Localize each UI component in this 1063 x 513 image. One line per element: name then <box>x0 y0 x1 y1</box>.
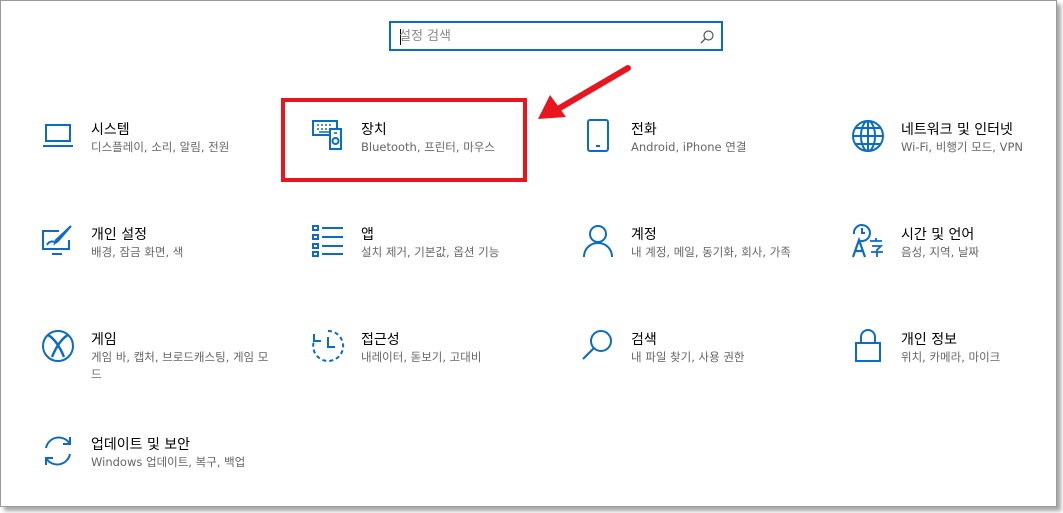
lock-icon <box>851 329 885 363</box>
tile-description: Wi-Fi, 비행기 모드, VPN <box>901 140 1024 154</box>
laptop-icon <box>41 119 75 153</box>
tile-title: 계정 <box>631 227 657 243</box>
tile-title: 네트워크 및 인터넷 <box>901 122 1013 138</box>
tile-gaming[interactable]: 게임 게임 바, 캡처, 브로드캐스팅, 게임 모드 <box>41 329 291 389</box>
tile-description: 위치, 카메라, 마이크 <box>901 350 1001 364</box>
tile-ease-of-access[interactable]: 접근성 내레이터, 돋보기, 고대비 <box>311 329 561 389</box>
highlight-box <box>281 98 527 182</box>
tile-apps[interactable]: 앱 설치 제거, 기본값, 옵션 기능 <box>311 224 561 284</box>
tile-description: 설치 제거, 기본값, 옵션 기능 <box>361 245 500 259</box>
tile-description: Windows 업데이트, 복구, 백업 <box>91 455 246 469</box>
apps-list-icon <box>311 224 345 258</box>
tile-title: 시간 및 언어 <box>901 227 975 243</box>
tile-description: 내레이터, 돋보기, 고대비 <box>361 350 482 364</box>
tile-title: 업데이트 및 보안 <box>91 437 191 453</box>
tile-time-language[interactable]: 시간 및 언어 음성, 지역, 날짜 <box>851 224 1063 284</box>
tile-accounts[interactable]: 계정 내 계정, 메일, 동기화, 회사, 가족 <box>581 224 831 284</box>
tile-update-security[interactable]: 업데이트 및 보안 Windows 업데이트, 복구, 백업 <box>41 434 291 494</box>
tile-title: 게임 <box>91 332 117 348</box>
tile-description: 음성, 지역, 날짜 <box>901 245 980 259</box>
tile-search[interactable]: 검색 내 파일 찾기, 사용 권한 <box>581 329 831 389</box>
tile-description: 디스플레이, 소리, 알림, 전원 <box>91 140 230 154</box>
tile-title: 개인 설정 <box>91 227 147 243</box>
tile-title: 개인 정보 <box>901 332 957 348</box>
search-icon[interactable] <box>699 29 715 45</box>
tile-personalization[interactable]: 개인 설정 배경, 잠금 화면, 색 <box>41 224 291 284</box>
tile-system[interactable]: 시스템 디스플레이, 소리, 알림, 전원 <box>41 119 291 179</box>
annotation-arrow <box>538 65 631 119</box>
search-box[interactable] <box>389 21 723 51</box>
tile-description: 배경, 잠금 화면, 색 <box>91 245 184 259</box>
tile-phone[interactable]: 전화 Android, iPhone 연결 <box>581 119 831 179</box>
tile-privacy[interactable]: 개인 정보 위치, 카메라, 마이크 <box>851 329 1063 389</box>
sync-icon <box>41 434 75 468</box>
tile-description: 게임 바, 캡처, 브로드캐스팅, 게임 모드 <box>91 350 269 381</box>
tile-title: 시스템 <box>91 122 130 138</box>
globe-icon <box>851 119 885 153</box>
settings-window: 시스템 디스플레이, 소리, 알림, 전원 장치 Bluetooth, 프린터,… <box>0 0 1057 507</box>
tile-title: 검색 <box>631 332 657 348</box>
ease-of-access-icon <box>311 329 345 363</box>
magnifier-icon <box>581 329 615 363</box>
tile-description: 내 파일 찾기, 사용 권한 <box>631 350 745 364</box>
tile-network[interactable]: 네트워크 및 인터넷 Wi-Fi, 비행기 모드, VPN <box>851 119 1063 179</box>
search-input[interactable] <box>399 23 689 49</box>
tile-description: Android, iPhone 연결 <box>631 140 747 154</box>
tile-description: 내 계정, 메일, 동기화, 회사, 가족 <box>631 245 791 259</box>
person-icon <box>581 224 615 258</box>
tile-title: 앱 <box>361 227 374 243</box>
time-language-icon <box>851 224 885 258</box>
personalization-icon <box>41 224 75 258</box>
xbox-icon <box>41 329 75 363</box>
tile-title: 접근성 <box>361 332 400 348</box>
